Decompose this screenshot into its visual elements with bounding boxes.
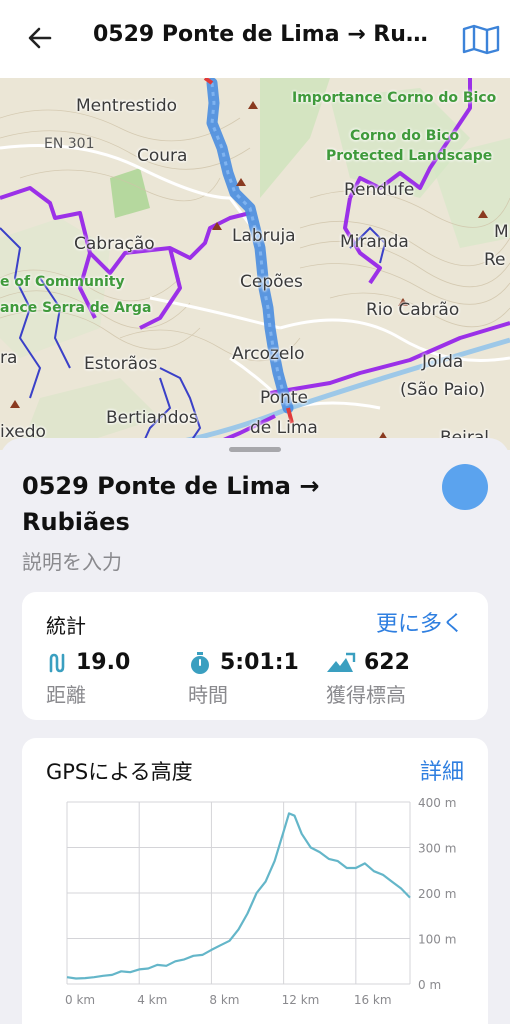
ascent-label: 獲得標高 bbox=[326, 683, 406, 707]
sheet-drag-handle[interactable] bbox=[229, 447, 281, 452]
track-color-button[interactable] bbox=[442, 464, 488, 510]
map-road-label: EN 301 bbox=[44, 136, 95, 152]
description-input[interactable]: 説明を入力 bbox=[22, 546, 122, 575]
time-value: 5:01:1 bbox=[220, 650, 299, 675]
x-tick-label: 4 km bbox=[137, 993, 167, 1007]
x-tick-label: 12 km bbox=[282, 993, 320, 1007]
y-tick-label: 300 m bbox=[418, 842, 456, 856]
protected-area-label: Protected Landscape bbox=[326, 148, 493, 164]
map-place-label: Cepões bbox=[240, 272, 303, 292]
distance-icon bbox=[49, 653, 65, 672]
map-place-label: Arcozelo bbox=[232, 344, 305, 364]
track-details-sheet: 0529 Ponte de Lima → Rubiães 説明を入力 統計 更に… bbox=[0, 438, 510, 1024]
stats-card: 統計 更に多く 19.0 距離 5:01:1 時間 622 獲得標高 bbox=[22, 592, 488, 720]
protected-area-label: Importance Corno do Bico bbox=[292, 90, 497, 106]
y-tick-label: 200 m bbox=[418, 887, 456, 901]
x-tick-label: 16 km bbox=[354, 993, 392, 1007]
page-title: 0529 Ponte de Lima → Rub... bbox=[93, 22, 443, 47]
map-place-label: de Lima bbox=[250, 418, 318, 438]
time-label: 時間 bbox=[188, 683, 228, 707]
app-bar: 0529 Ponte de Lima → Rub... bbox=[0, 0, 510, 78]
back-arrow-icon bbox=[28, 27, 52, 49]
protected-area-label: e of Community bbox=[0, 274, 125, 290]
map-place-label: Rio Cabrão bbox=[366, 300, 460, 320]
stats-title: 統計 bbox=[46, 614, 86, 638]
y-tick-label: 100 m bbox=[418, 933, 456, 947]
stat-ascent: 622 獲得標高 bbox=[326, 650, 410, 708]
ascent-icon bbox=[327, 652, 356, 672]
map-place-label: Coura bbox=[137, 146, 188, 166]
map-view[interactable]: Mentrestido EN 301 Coura Cabração Labruj… bbox=[0, 78, 510, 450]
y-tick-label: 400 m bbox=[418, 796, 456, 810]
map-place-label: Labruja bbox=[232, 226, 296, 246]
map-place-label: Bertiandos bbox=[106, 408, 198, 428]
map-place-label: ra bbox=[0, 348, 18, 368]
map-place-label: Cabração bbox=[74, 234, 155, 254]
map-icon bbox=[462, 24, 500, 55]
map-place-label: Rendufe bbox=[344, 180, 415, 200]
map-view-button[interactable] bbox=[460, 18, 502, 60]
ascent-value: 622 bbox=[364, 650, 410, 675]
track-title[interactable]: 0529 Ponte de Lima → Rubiães bbox=[22, 468, 422, 540]
back-button[interactable] bbox=[22, 20, 58, 56]
map-place-label: Estorãos bbox=[84, 354, 158, 374]
stopwatch-icon bbox=[191, 651, 209, 674]
stat-time: 5:01:1 時間 bbox=[188, 650, 299, 708]
y-tick-label: 0 m bbox=[418, 978, 441, 992]
map-place-label: Mentrestido bbox=[76, 96, 178, 116]
stat-distance: 19.0 距離 bbox=[46, 650, 130, 708]
protected-area-label: ance Serra de Arga bbox=[0, 300, 152, 316]
stats-more-button[interactable]: 更に多く bbox=[376, 606, 464, 638]
x-tick-label: 0 km bbox=[65, 993, 95, 1007]
map-place-label: Jolda bbox=[422, 352, 464, 372]
elevation-chart[interactable]: 0 m 100 m 200 m 300 m 400 m 0 km 4 km 8 km 12 km… bbox=[22, 738, 488, 1024]
protected-area-label: Corno do Bico bbox=[350, 128, 460, 144]
elevation-series-line bbox=[66, 812, 411, 980]
map-place-label: Ponte bbox=[260, 388, 308, 408]
distance-label: 距離 bbox=[46, 683, 86, 707]
map-place-label: M bbox=[494, 222, 509, 242]
map-place-label: Re bbox=[484, 250, 506, 270]
map-place-label: (São Paio) bbox=[400, 380, 486, 400]
x-tick-label: 8 km bbox=[209, 993, 239, 1007]
distance-value: 19.0 bbox=[76, 650, 131, 675]
elevation-card: GPSによる高度 詳細 0 m 100 m 200 m 300 m 400 m0 km 4… bbox=[22, 738, 488, 1024]
map-place-label: Miranda bbox=[340, 232, 409, 252]
